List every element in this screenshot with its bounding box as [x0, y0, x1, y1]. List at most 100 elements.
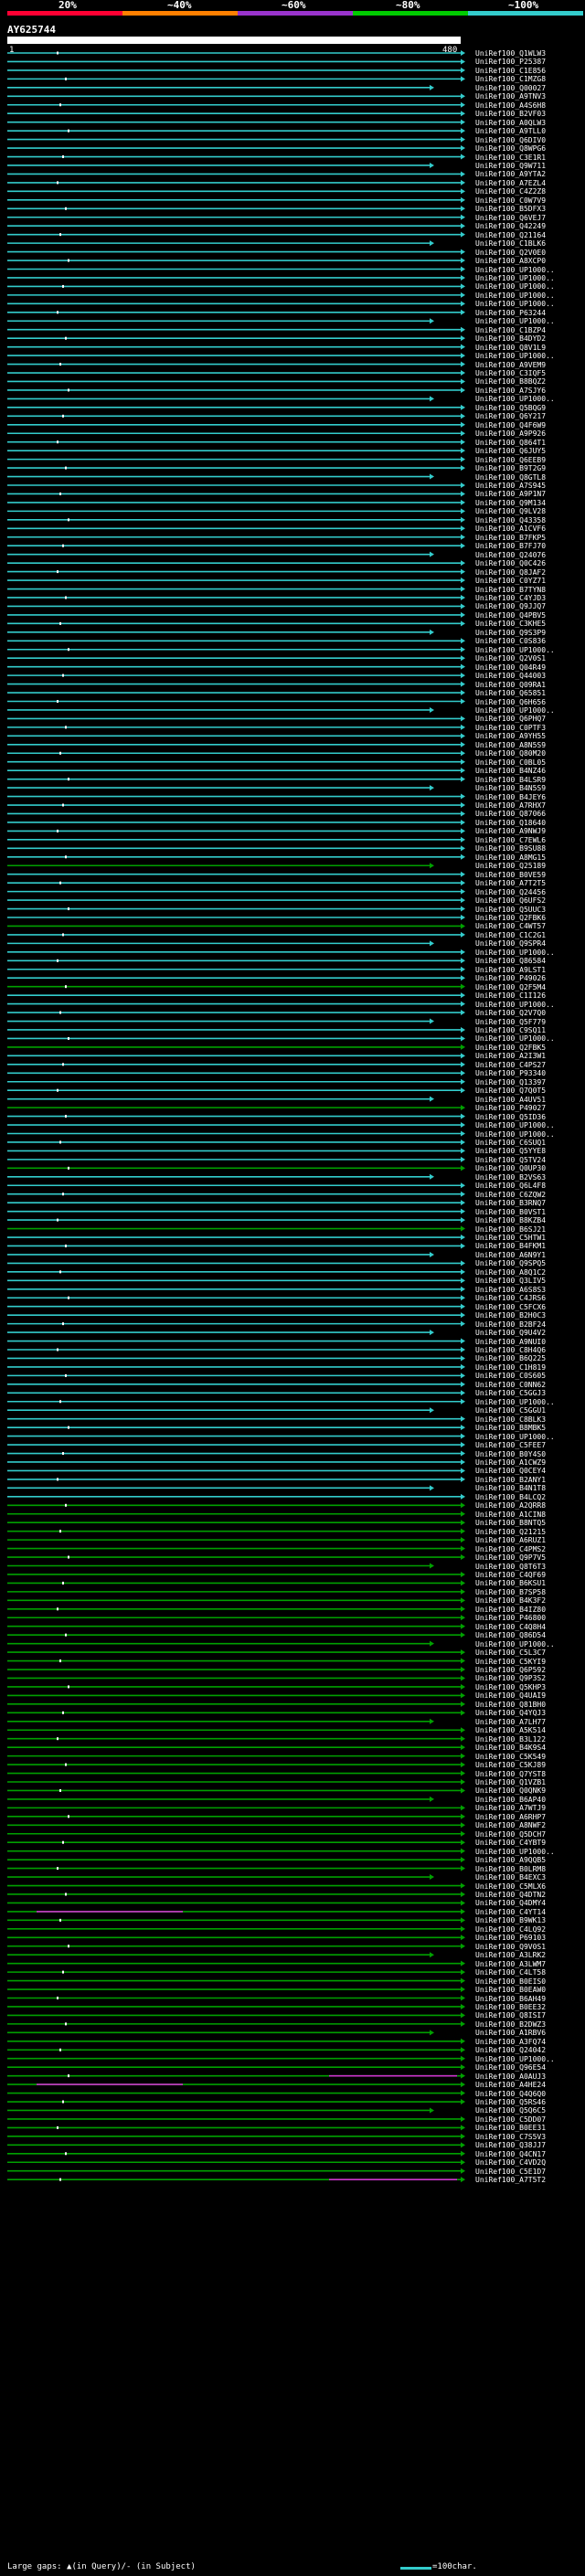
alignment-arrow: [461, 2082, 465, 2088]
gap-marker: [68, 1555, 69, 1559]
alignment-arrow: [430, 240, 434, 247]
gap-marker: [59, 363, 61, 366]
alignment-arrow: [461, 1156, 465, 1162]
gap-marker: [65, 855, 67, 859]
alignment-arrow: [430, 396, 434, 402]
alignment-arrow: [430, 1485, 434, 1491]
alignment-arrow: [461, 2047, 465, 2053]
alignment-arrow: [461, 1295, 465, 1301]
alignment-arrow: [461, 491, 465, 497]
alignment-arrow: [461, 646, 465, 652]
alignment-arrow: [461, 690, 465, 696]
alignment-arrow: [461, 1925, 465, 1932]
gap-marker: [59, 2178, 61, 2181]
gap-marker: [65, 2022, 67, 2026]
gap-marker: [65, 336, 67, 340]
alignment-arrow: [461, 1987, 465, 1993]
gap-marker: [62, 1193, 64, 1196]
alignment-arrow: [461, 1139, 465, 1145]
gap-marker: [65, 466, 67, 470]
alignment-arrow: [461, 344, 465, 350]
alignment-arrow: [461, 1667, 465, 1673]
alignment-arrow: [461, 949, 465, 955]
alignment-arrow: [430, 162, 434, 168]
alignment-arrow: [461, 1113, 465, 1119]
alignment-arrow: [430, 1173, 434, 1180]
alignment-arrow: [461, 1130, 465, 1137]
hit-label[interactable]: UniRef100_A7T5T2: [475, 2176, 583, 2185]
alignment-arrow: [461, 93, 465, 100]
alignment-arrow: [461, 611, 465, 618]
alignment-arrow: [461, 361, 465, 367]
gap-marker: [65, 596, 67, 599]
alignment-arrow: [461, 508, 465, 514]
alignment-arrow: [461, 768, 465, 774]
alignment-arrow: [430, 1096, 434, 1102]
alignment-arrow: [461, 586, 465, 592]
alignment-arrow: [430, 1718, 434, 1724]
gap-marker: [65, 207, 67, 210]
alignment-arrow: [461, 2159, 465, 2166]
gap-marker: [68, 518, 69, 522]
alignment-arrow: [461, 188, 465, 195]
alignment-arrow: [461, 1373, 465, 1379]
alignment-arrow: [461, 1935, 465, 1941]
alignment-arrow: [461, 1900, 465, 1906]
alignment-arrow: [461, 750, 465, 757]
alignment-arrow: [461, 758, 465, 765]
gap-marker: [62, 2100, 64, 2104]
gap-marker: [57, 2125, 58, 2129]
alignment-arrow: [461, 1476, 465, 1482]
alignment-arrow: [461, 663, 465, 670]
gap-marker: [68, 1426, 69, 1429]
alignment-arrow: [461, 2125, 465, 2131]
gap-marker: [68, 1815, 69, 1818]
alignment-arrow: [461, 931, 465, 938]
alignment-arrow: [461, 378, 465, 385]
alignment-arrow: [461, 1571, 465, 1577]
gap-marker: [65, 77, 67, 80]
gap-marker: [68, 778, 69, 781]
gap-marker: [62, 1840, 64, 1844]
alignment-arrow: [461, 1917, 465, 1924]
alignment-arrow: [461, 543, 465, 549]
alignment-arrow: [461, 335, 465, 342]
alignment-arrow: [461, 1087, 465, 1094]
alignment-arrow: [461, 76, 465, 82]
alignment-arrow: [461, 499, 465, 505]
gap-marker: [68, 129, 69, 133]
alignment-arrow: [461, 1001, 465, 1007]
alignment-arrow: [430, 1640, 434, 1647]
alignment-arrow: [461, 1122, 465, 1129]
alignment-arrow: [461, 1363, 465, 1370]
gap-marker: [57, 1218, 58, 1222]
alignment-arrow: [461, 326, 465, 333]
gap-marker: [59, 1659, 61, 1663]
gap-marker: [65, 1244, 67, 1247]
alignment-arrow: [461, 482, 465, 488]
gap-marker: [62, 1711, 64, 1714]
alignment-arrow: [461, 50, 465, 56]
alignment-arrow: [461, 1779, 465, 1785]
gap-marker: [57, 829, 58, 832]
alignment-arrow: [461, 1969, 465, 1976]
alignment-arrow: [461, 1882, 465, 1889]
alignment-arrow: [461, 1260, 465, 1267]
alignment-arrow: [461, 404, 465, 410]
alignment-arrow: [461, 387, 465, 393]
alignment-arrow: [430, 1796, 434, 1802]
alignment-arrow: [461, 966, 465, 972]
gap-marker: [57, 1348, 58, 1352]
alignment-arrow: [461, 1528, 465, 1534]
alignment-arrow: [461, 1217, 465, 1224]
gap-marker: [65, 985, 67, 989]
gap-marker: [57, 51, 58, 55]
alignment-arrow: [461, 1398, 465, 1405]
alignment-arrow: [461, 2099, 465, 2105]
alignment-arrow: [461, 1277, 465, 1284]
alignment-arrow: [461, 2020, 465, 2027]
gap-marker: [68, 648, 69, 652]
alignment-arrow: [461, 1390, 465, 1396]
alignment-arrow: [461, 2142, 465, 2148]
alignment-arrow: [461, 2150, 465, 2157]
